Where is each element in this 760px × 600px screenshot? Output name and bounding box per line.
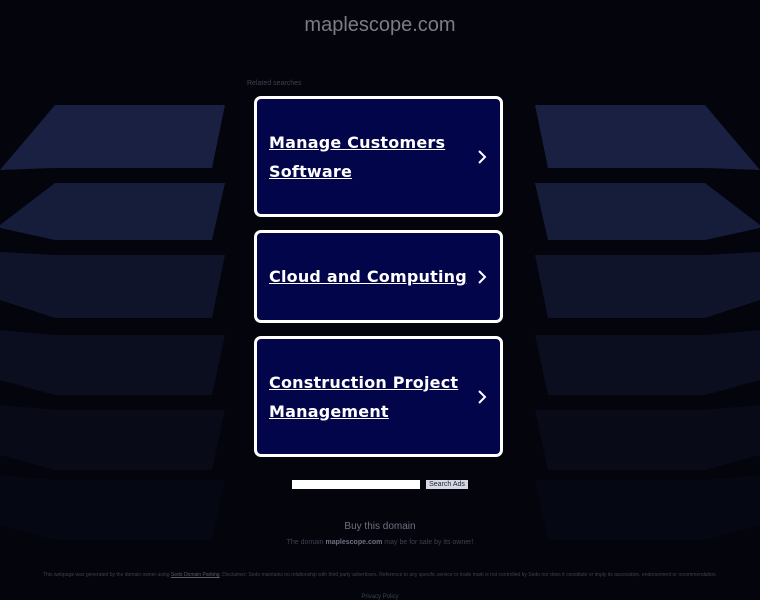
ad-link-construction-project-management[interactable]: Construction Project Management	[254, 336, 503, 457]
sale-domain: maplescope.com	[325, 539, 383, 546]
sale-suffix: may be for sale by its owner!	[384, 539, 474, 546]
chevron-right-icon	[478, 149, 487, 164]
domain-title: maplescope.com	[304, 14, 456, 36]
sale-notice: The domain maplescope.com may be for sal…	[0, 539, 760, 546]
ad-link-label: Cloud and Computing	[269, 267, 467, 286]
disclaimer: This webpage was generated by the domain…	[40, 572, 720, 578]
ad-link-label: Construction Project Management	[269, 372, 459, 421]
disclaimer-prefix: This webpage was generated by the domain…	[43, 572, 170, 578]
right-panels	[535, 105, 760, 540]
page: maplescope.com Related searches Manage C…	[0, 0, 760, 600]
chevron-right-icon	[478, 389, 487, 404]
related-searches-label: Related searches	[247, 80, 302, 87]
chevron-right-icon	[478, 269, 487, 284]
search-input[interactable]	[292, 480, 421, 489]
buy-domain-link[interactable]: Buy this domain	[0, 521, 760, 532]
left-panels	[0, 105, 225, 540]
ad-link-manage-customers-software[interactable]: Manage Customers Software	[254, 96, 503, 217]
sedo-parking-link[interactable]: Sedo Domain Parking	[171, 572, 220, 578]
sale-prefix: The domain	[286, 539, 324, 546]
search-ads-button[interactable]: Search Ads	[426, 480, 468, 489]
disclaimer-suffix: . Disclaimer: Sedo maintains no relation…	[219, 572, 717, 578]
ad-link-label: Manage Customers Software	[269, 132, 446, 181]
privacy-policy-link[interactable]: Privacy Policy	[0, 594, 760, 600]
search-bar: Search Ads	[0, 480, 760, 489]
ad-link-cloud-and-computing[interactable]: Cloud and Computing	[254, 230, 503, 323]
